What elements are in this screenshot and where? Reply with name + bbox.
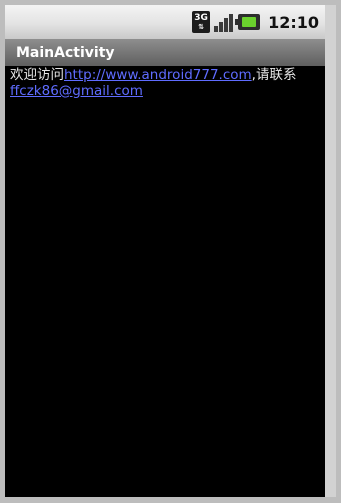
- device-screen: 3G ⇅ 12:10 MainActivity 欢迎访问http://www.a…: [5, 5, 336, 497]
- website-link[interactable]: http://www.android777.com: [64, 67, 252, 83]
- message-text: 欢迎访问http://www.android777.com,请联系 ffczk86…: [10, 67, 322, 99]
- network-label: 3G: [194, 13, 208, 23]
- title-bar: MainActivity: [5, 39, 325, 66]
- signal-strength-icon: [214, 12, 234, 32]
- contact-middle: ,请联系: [251, 67, 297, 83]
- status-bar: 3G ⇅ 12:10: [5, 5, 325, 39]
- network-3g-icon: 3G ⇅: [192, 11, 211, 33]
- app-title: MainActivity: [16, 44, 115, 61]
- status-clock: 12:10: [268, 12, 319, 32]
- email-link[interactable]: ffczk86@gmail.com: [10, 83, 143, 99]
- welcome-prefix: 欢迎访问: [10, 67, 64, 83]
- battery-charging-icon: [235, 14, 261, 30]
